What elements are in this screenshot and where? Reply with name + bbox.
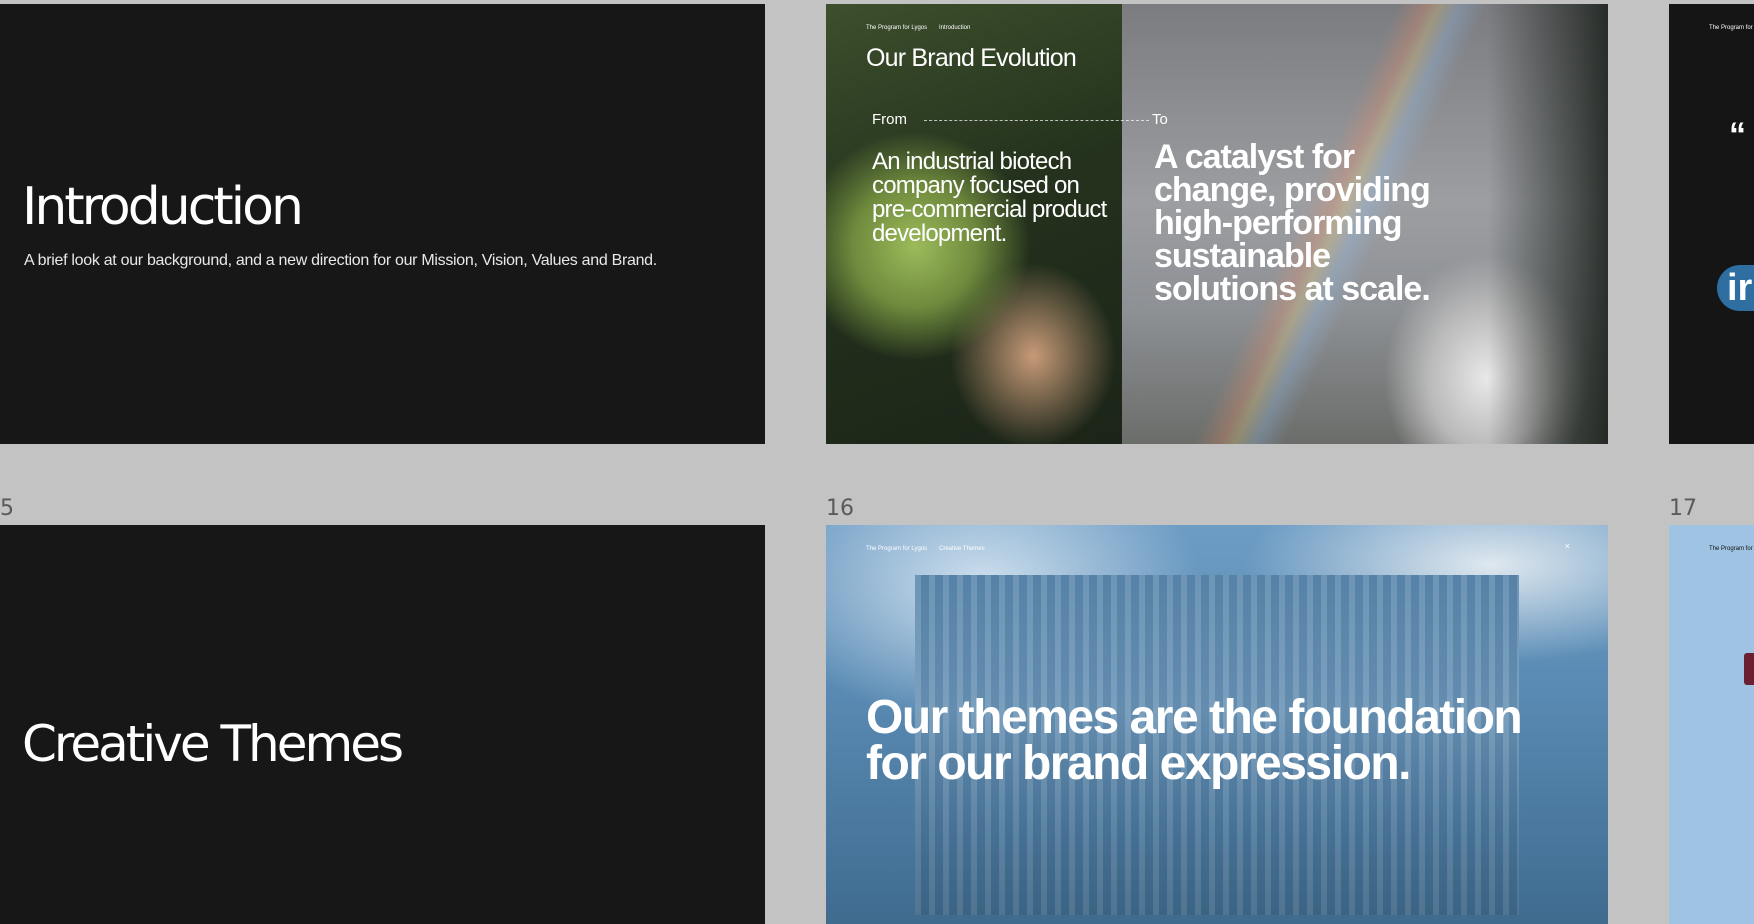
quote-mark: “ (1729, 116, 1746, 154)
slide-number: 5 (0, 496, 14, 521)
slide-subtitle: A brief look at our background, and a ne… (24, 252, 657, 269)
breadcrumb-program: The Program for (1709, 546, 1753, 552)
breadcrumb-program: The Program for Lygos (866, 546, 928, 552)
slide-headline: Our themes are the foundation for our br… (866, 691, 1523, 790)
slide-themes-foundation[interactable]: The Program for Lygos Creative Themes × … (826, 525, 1608, 924)
highlight-pill: ir (1717, 265, 1754, 311)
slide-title: Creative Themes (22, 715, 404, 773)
photo-fragment (1744, 653, 1754, 685)
breadcrumb-section: Introduction (939, 25, 971, 31)
from-statement: An industrial biotech company focused on… (872, 148, 1107, 247)
close-icon[interactable]: × (1565, 541, 1570, 551)
breadcrumb-program: The Program for (1709, 25, 1753, 31)
slide-number: 17 (1669, 496, 1697, 521)
tree-overlay (1488, 4, 1608, 444)
slide-quote-partial[interactable]: The Program for “ ir (1669, 4, 1754, 444)
slide-introduction[interactable]: Introduction A brief look at our backgro… (0, 4, 765, 444)
to-statement: A catalyst for change, providing high-pe… (1154, 138, 1431, 308)
slide-brand-evolution[interactable]: The Program for Lygos Introduction Our B… (826, 4, 1608, 444)
divider-line (924, 120, 1149, 121)
slide-title: Introduction (22, 177, 304, 237)
slide-title: Our Brand Evolution (866, 44, 1077, 72)
breadcrumb-section: Creative Themes (939, 546, 985, 552)
to-label: To (1152, 111, 1168, 128)
slide-number: 16 (826, 496, 854, 521)
breadcrumb-program: The Program for Lygos (866, 25, 928, 31)
pill-text: ir (1727, 267, 1753, 309)
from-label: From (872, 111, 907, 128)
slide-creative-themes[interactable]: Creative Themes (0, 525, 765, 924)
slide-partial-right[interactable]: The Program for (1669, 525, 1754, 924)
